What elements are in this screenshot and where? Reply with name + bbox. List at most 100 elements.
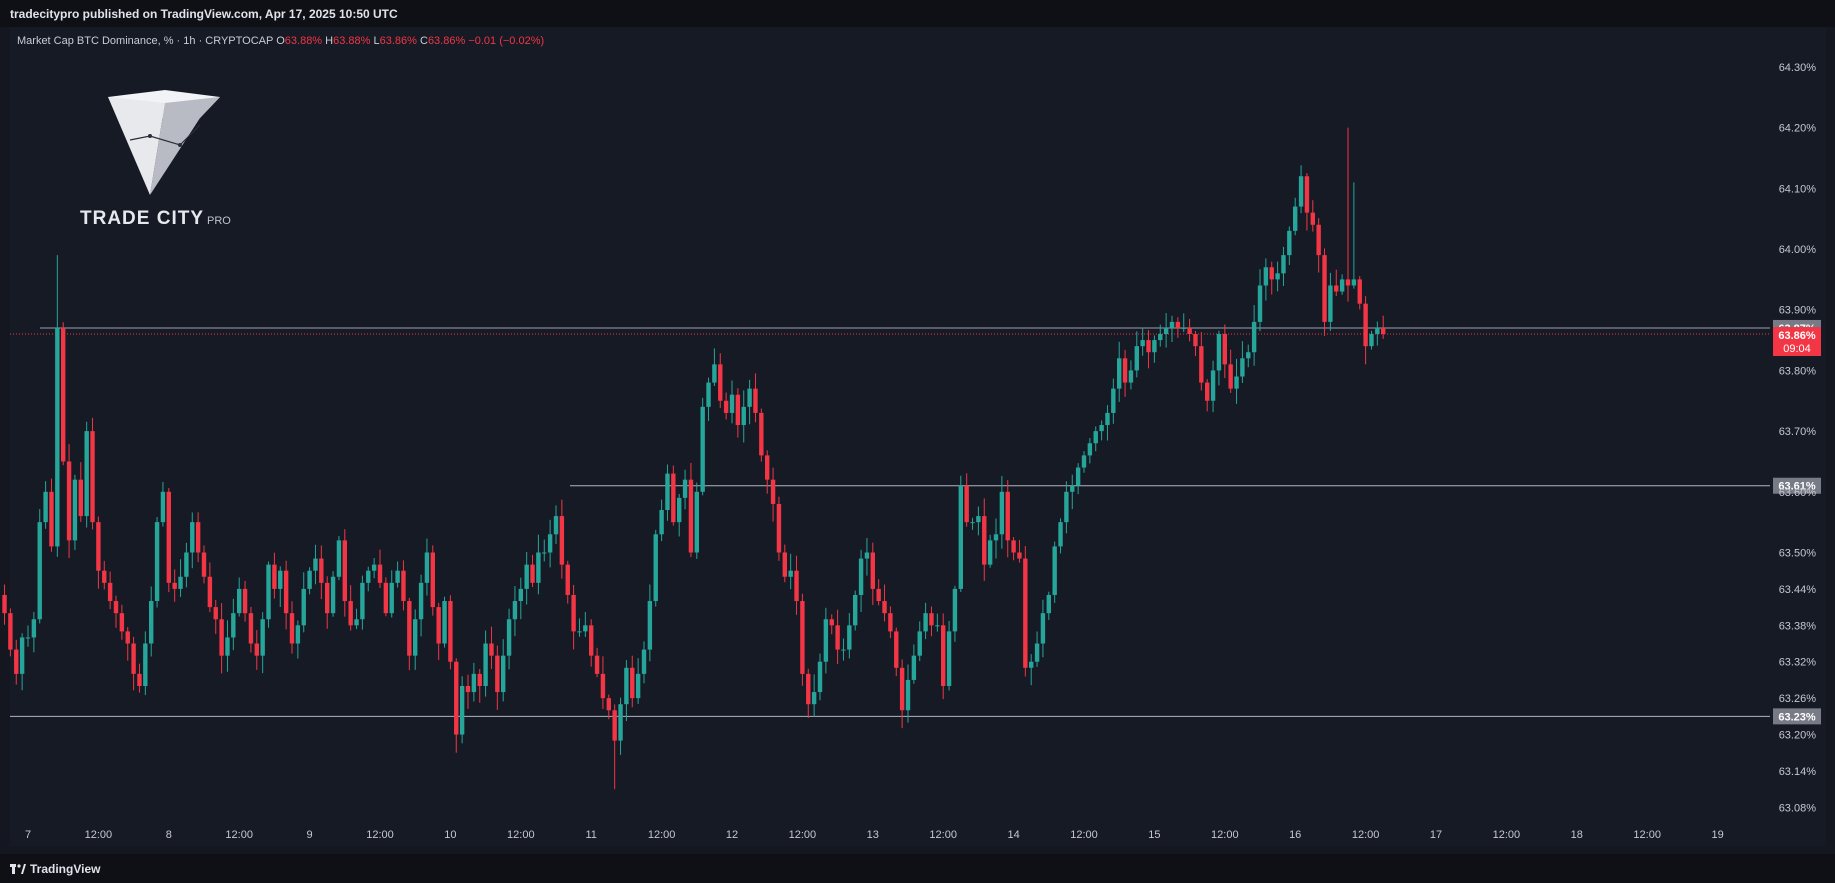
candle[interactable] (313, 544, 318, 585)
candle[interactable] (84, 421, 89, 528)
candle[interactable] (899, 659, 905, 729)
candle[interactable] (1269, 261, 1274, 295)
candle[interactable] (606, 694, 611, 720)
candle[interactable] (794, 555, 799, 615)
candle[interactable] (1099, 420, 1104, 441)
candle[interactable] (1304, 173, 1310, 231)
candle[interactable] (72, 474, 78, 551)
candle[interactable] (407, 597, 412, 671)
candle[interactable] (853, 590, 858, 631)
candle[interactable] (301, 572, 306, 633)
candle[interactable] (430, 545, 435, 616)
candle[interactable] (571, 584, 576, 650)
candle[interactable] (741, 390, 746, 443)
candle[interactable] (325, 576, 330, 629)
candle[interactable] (706, 377, 711, 421)
candle[interactable] (413, 609, 418, 670)
candle[interactable] (459, 676, 465, 744)
candle[interactable] (436, 602, 441, 660)
candle[interactable] (671, 465, 676, 526)
candle[interactable] (471, 662, 477, 702)
candle[interactable] (542, 539, 547, 562)
candle[interactable] (1193, 330, 1198, 357)
candle[interactable] (1375, 321, 1380, 346)
candle[interactable] (1257, 269, 1263, 332)
candle[interactable] (1351, 182, 1357, 289)
candle[interactable] (66, 444, 72, 559)
candle[interactable] (547, 519, 553, 568)
candle[interactable] (1240, 341, 1245, 384)
candle[interactable] (78, 462, 83, 522)
candle[interactable] (677, 493, 682, 537)
candle[interactable] (999, 475, 1005, 549)
candle[interactable] (172, 569, 177, 602)
candle[interactable] (817, 653, 823, 701)
candle[interactable] (1263, 258, 1269, 301)
candle[interactable] (788, 553, 793, 590)
candle[interactable] (718, 353, 723, 409)
symbol-legend[interactable]: Market Cap BTC Dominance, % · 1h · CRYPT… (17, 35, 544, 47)
candle[interactable] (964, 473, 969, 527)
candle[interactable] (723, 392, 729, 420)
candle[interactable] (835, 609, 840, 664)
candle[interactable] (1181, 313, 1186, 332)
candle[interactable] (858, 549, 864, 612)
candle[interactable] (1117, 341, 1122, 402)
candle[interactable] (782, 544, 787, 583)
candle[interactable] (876, 579, 881, 606)
candle[interactable] (242, 580, 248, 622)
candle[interactable] (694, 482, 699, 559)
candle[interactable] (917, 621, 922, 662)
candle[interactable] (55, 255, 60, 557)
candle[interactable] (811, 674, 817, 717)
candle[interactable] (454, 658, 459, 753)
candle[interactable] (371, 558, 377, 579)
candle[interactable] (1058, 518, 1063, 554)
candle[interactable] (119, 604, 125, 640)
candle[interactable] (1029, 654, 1034, 686)
candle[interactable] (612, 704, 617, 790)
candlestick-chart[interactable]: 63.87%63.61%63.23%63.86%09:04 64.30%64.2… (0, 0, 1835, 854)
candle[interactable] (1169, 315, 1175, 343)
candle[interactable] (905, 664, 911, 723)
candle[interactable] (641, 641, 647, 684)
candle[interactable] (96, 516, 101, 589)
candle[interactable] (1075, 463, 1081, 495)
candle[interactable] (166, 488, 171, 593)
candle[interactable] (765, 450, 770, 494)
candle[interactable] (319, 545, 324, 600)
candle[interactable] (383, 577, 389, 617)
candle[interactable] (847, 613, 852, 659)
candle[interactable] (1175, 317, 1181, 338)
candle[interactable] (1087, 437, 1093, 464)
candle[interactable] (1246, 344, 1251, 368)
candle[interactable] (61, 322, 66, 466)
candle[interactable] (1023, 545, 1028, 677)
candle[interactable] (272, 552, 277, 599)
candle[interactable] (653, 529, 658, 607)
candle[interactable] (113, 595, 119, 628)
candle[interactable] (154, 517, 160, 608)
candle[interactable] (1011, 537, 1016, 561)
candle[interactable] (160, 481, 166, 527)
candle[interactable] (248, 606, 254, 653)
candle[interactable] (829, 614, 834, 635)
candle[interactable] (583, 612, 588, 637)
candle[interactable] (495, 645, 500, 710)
candle[interactable] (360, 575, 365, 630)
candle[interactable] (377, 549, 383, 588)
candle[interactable] (935, 613, 940, 632)
candle[interactable] (1105, 405, 1110, 441)
candle[interactable] (1345, 127, 1351, 302)
candle[interactable] (1316, 218, 1321, 273)
candle[interactable] (1322, 248, 1327, 336)
candle[interactable] (1152, 335, 1157, 363)
candle[interactable] (882, 584, 887, 622)
candle[interactable] (107, 571, 113, 610)
candle[interactable] (800, 593, 805, 686)
candle[interactable] (1228, 349, 1233, 393)
candle[interactable] (1298, 165, 1304, 214)
candle[interactable] (49, 478, 54, 552)
candle[interactable] (518, 577, 523, 620)
candle[interactable] (348, 585, 353, 631)
